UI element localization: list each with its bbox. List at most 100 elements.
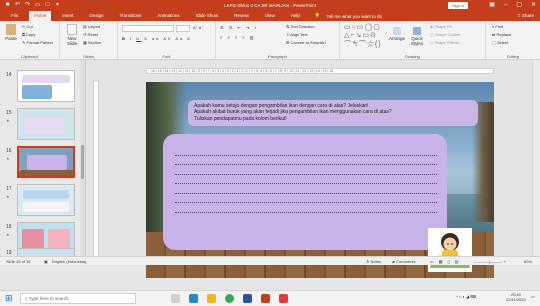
notes-button[interactable]: ≜ Notes <box>366 259 381 264</box>
shapes-gallery[interactable]: ▭○▭◯▢ △⌐↘▭⊙ ⌒↰⌒☆{} <box>344 23 382 49</box>
zoom-slider[interactable]: – ———|——— + <box>474 259 506 264</box>
slide-thumbnails-pane: 14 15 ★ 16 ★ 17 ★ 18 ★ 19 <box>0 60 86 256</box>
word-icon[interactable] <box>243 294 252 303</box>
format-painter-button[interactable]: ✎ Format Painter <box>22 40 53 45</box>
drawing-label: Drawing <box>405 54 420 59</box>
window-controls: ▣ – ▢ ✕ <box>489 0 536 11</box>
find-button[interactable]: ⌕ Find <box>492 24 503 29</box>
shape-effects-label: Shape Effects <box>434 40 460 45</box>
copy-button[interactable]: ⧉ Copy <box>22 32 35 37</box>
tray-icons[interactable]: ^ ⌂ ◐ ◢ ⌨ <box>456 294 476 299</box>
text-direction-label: Text Direction <box>290 24 315 29</box>
maximize-icon[interactable]: ▢ <box>516 0 522 11</box>
slides-label: Slides <box>83 54 94 59</box>
file-explorer-icon[interactable] <box>207 294 216 303</box>
tab-animations[interactable]: Animations <box>152 11 184 21</box>
font-label: Font <box>162 54 171 59</box>
arrange-button[interactable]: Arrange <box>388 27 406 41</box>
list-buttons[interactable]: ☰ ☷ ⇤ ⇥ ↕ <box>220 25 258 30</box>
new-slide-button[interactable]: New Slide <box>63 24 81 46</box>
sign-in-button[interactable]: Sign in <box>448 2 469 9</box>
pdf-reader-icon[interactable] <box>279 294 288 303</box>
slide-thumbnail-16[interactable] <box>17 146 75 178</box>
edge-icon[interactable] <box>189 294 198 303</box>
thumb-shape <box>22 85 52 99</box>
close-icon[interactable]: ✕ <box>531 0 536 11</box>
tab-home[interactable]: Home <box>29 11 52 21</box>
powerpoint-icon[interactable] <box>261 294 270 303</box>
font-group: A⁺ A⁻ B I U S ab AV Aa A Font <box>118 21 216 60</box>
align-buttons[interactable]: ≡ ≡ ≡ ≡ ▥ <box>220 35 256 40</box>
notifications-icon[interactable]: ▭ <box>531 294 535 299</box>
section-button[interactable]: ▦ Section <box>83 40 101 45</box>
thumb-number: 15 <box>6 110 12 116</box>
tab-review[interactable]: Review <box>229 11 254 21</box>
thumbnails-scrollbar[interactable] <box>80 60 85 256</box>
convert-smartart-button[interactable]: ⊞ Convert to SmartArt <box>286 40 326 45</box>
shape-outline-button[interactable]: ▢ Shape Outline <box>430 32 460 37</box>
answer-line <box>175 165 437 175</box>
share-button[interactable]: ⇪ Share <box>517 11 534 21</box>
view-buttons[interactable]: ▭▦▯▤ <box>430 259 464 264</box>
font-name-box[interactable] <box>122 25 174 32</box>
minimize-icon[interactable]: – <box>504 0 507 11</box>
slide-thumbnail-15[interactable] <box>17 108 75 140</box>
windows-start-icon[interactable]: ⊞ <box>5 293 13 304</box>
font-format-buttons[interactable]: B I U S ab AV Aa A <box>122 36 192 41</box>
tab-file[interactable]: File <box>6 11 23 21</box>
cut-button[interactable]: ✂ Cut <box>22 24 33 29</box>
clipboard-group: Paste ✂ Cut ⧉ Copy ✎ Format Painter Clip… <box>0 21 60 60</box>
replace-button[interactable]: ⇄ Replace <box>492 32 511 37</box>
answer-line <box>175 184 437 194</box>
font-size-box[interactable] <box>176 25 190 32</box>
find-label: Find <box>495 24 504 29</box>
answer-box[interactable] <box>163 134 447 250</box>
drawing-group: ▭○▭◯▢ △⌐↘▭⊙ ⌒↰⌒☆{} Arrange Quick Styles ◈ … <box>340 21 486 60</box>
thumb-number: 14 <box>6 72 12 78</box>
quick-styles-icon <box>413 27 421 35</box>
slide-thumbnail-14[interactable] <box>17 70 75 102</box>
scrollbar-thumb[interactable] <box>81 145 84 179</box>
tab-slide-show[interactable]: Slide Show <box>191 11 224 21</box>
task-view-icon[interactable] <box>171 294 180 303</box>
paste-button[interactable]: Paste <box>3 24 19 41</box>
select-button[interactable]: ⬚ Select <box>492 40 508 45</box>
clock[interactable]: 20:40 22/11/2020 <box>506 292 526 302</box>
answer-line <box>175 156 437 165</box>
tab-design[interactable]: Design <box>85 11 109 21</box>
new-slide-label: New Slide <box>66 36 77 46</box>
align-text-button[interactable]: ⇳ Align Text <box>286 32 308 37</box>
zoom-level[interactable]: 69% <box>524 259 532 264</box>
shape-effects-button[interactable]: ◇ Shape Effects <box>430 40 459 45</box>
arrange-label: Arrange <box>388 36 405 41</box>
ribbon-display-icon[interactable]: ▣ <box>489 0 495 11</box>
text-direction-button[interactable]: ⇅ Text Direction <box>286 24 315 29</box>
language-indicator[interactable]: English (Indonesia) <box>52 259 86 264</box>
paragraph-group: ☰ ☷ ⇤ ⇥ ↕ ≡ ≡ ≡ ≡ ▥ ⇅ Text Direction ⇳ A… <box>216 21 340 60</box>
copy-label: Copy <box>25 32 36 37</box>
editor-scrollbar[interactable] <box>532 60 540 256</box>
reset-button[interactable]: ↺ Reset <box>83 32 98 37</box>
tab-view[interactable]: View <box>260 11 280 21</box>
animation-star-icon: ★ <box>6 118 10 123</box>
tab-insert[interactable]: Insert <box>57 11 78 21</box>
question-textbox[interactable]: Apakah kamu setuju dengan pengambilan ik… <box>188 100 478 126</box>
tab-help[interactable]: Help <box>286 11 305 21</box>
answer-line <box>175 203 437 213</box>
current-slide[interactable]: Apakah kamu setuju dengan pengambilan ik… <box>146 82 494 278</box>
font-size-buttons[interactable]: A⁺ A⁻ <box>193 25 203 30</box>
replace-label: Replace <box>496 32 512 37</box>
slide-thumbnail-19[interactable] <box>17 248 75 256</box>
layout-button[interactable]: ▤ Layout <box>83 24 100 29</box>
shape-fill-button[interactable]: ◈ Shape Fill <box>430 24 452 29</box>
quick-styles-button[interactable]: Quick Styles <box>408 27 426 46</box>
spelling-icon[interactable]: ▣ <box>44 259 48 264</box>
comments-button[interactable]: ▰ Comments <box>392 259 416 264</box>
thumb-shape <box>23 190 69 199</box>
tell-me-search[interactable]: Tell me what you want to do <box>327 14 383 19</box>
paste-label: Paste <box>5 36 17 41</box>
taskbar-search[interactable]: ⌕ Type here to search <box>20 293 136 304</box>
slide-thumbnail-17[interactable] <box>17 184 75 216</box>
tab-transitions[interactable]: Transitions <box>115 11 147 21</box>
chrome-icon[interactable] <box>225 294 234 303</box>
